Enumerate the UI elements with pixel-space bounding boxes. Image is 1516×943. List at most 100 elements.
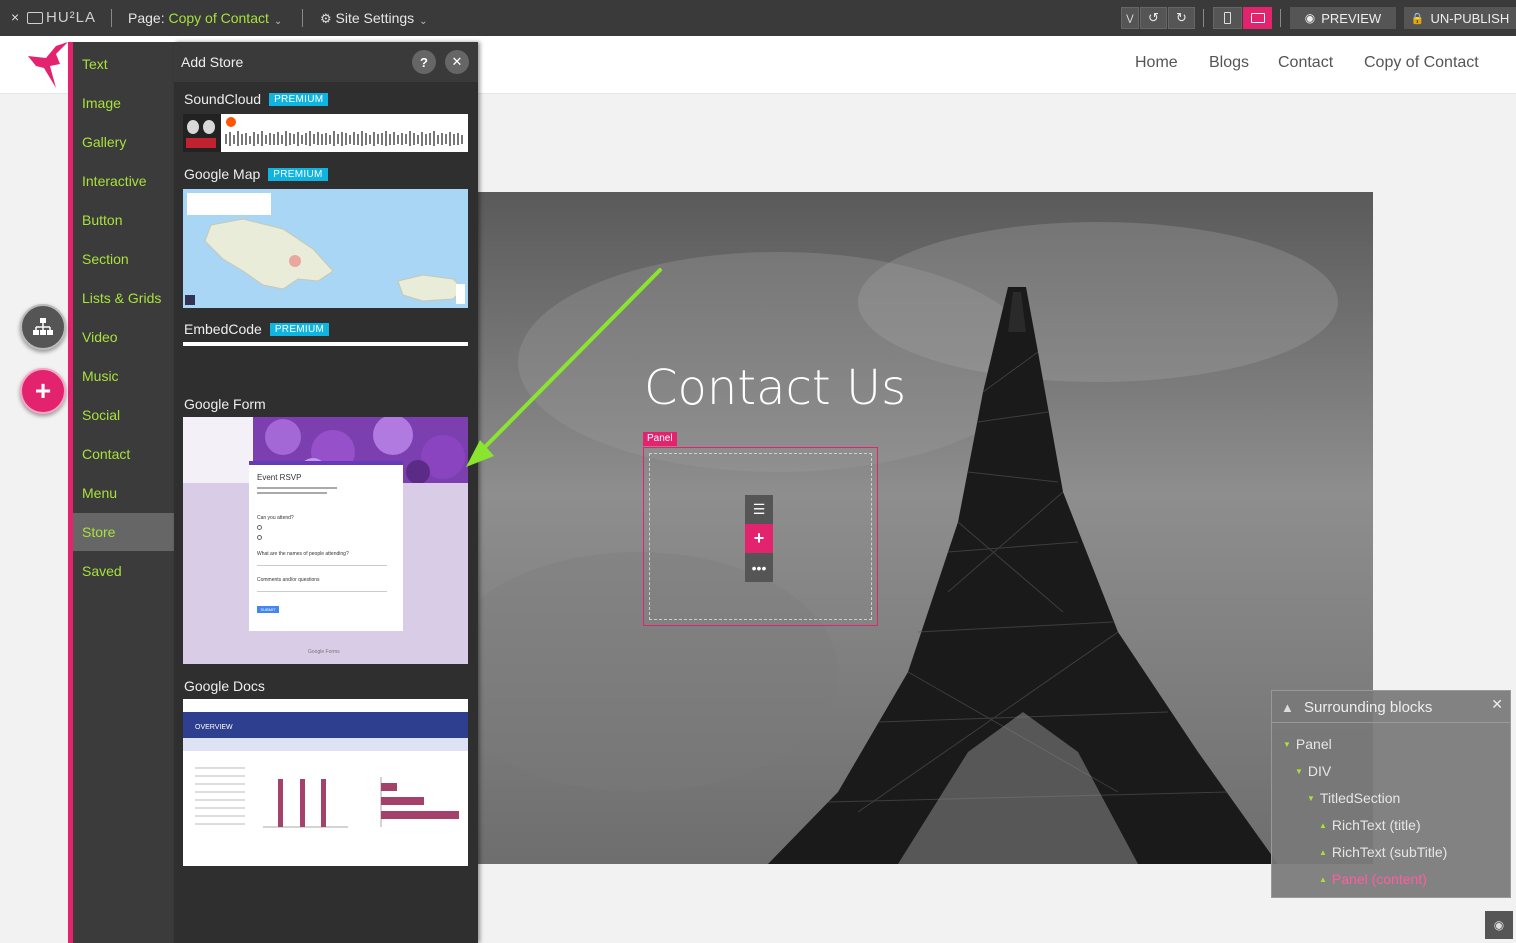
- close-editor-icon[interactable]: ×: [11, 9, 19, 25]
- caret-up-icon: ▲: [1319, 847, 1327, 857]
- panel-add-button[interactable]: +: [745, 524, 773, 553]
- store-panel-header: Add Store ? ✕: [174, 42, 478, 82]
- item-name: Google Docs: [184, 678, 265, 694]
- lock-icon: 🔒: [1410, 12, 1425, 25]
- caret-down-icon: ▼: [1283, 739, 1291, 749]
- page-label: Page:: [128, 10, 169, 26]
- tree-item-panel[interactable]: ▼ Panel: [1283, 736, 1332, 752]
- tree-item-richtext-title[interactable]: ▲ RichText (title): [1319, 817, 1421, 833]
- monitor-icon: [27, 11, 43, 24]
- preview-label: PREVIEW: [1321, 10, 1382, 26]
- caret-up-icon: ▲: [1319, 820, 1327, 830]
- category-interactive[interactable]: Interactive: [73, 162, 174, 200]
- tree-item-label: TitledSection: [1319, 790, 1401, 806]
- category-contact[interactable]: Contact: [73, 435, 174, 473]
- category-section[interactable]: Section: [73, 240, 174, 278]
- hero-title[interactable]: Contact Us: [644, 360, 906, 416]
- map-preview: [183, 189, 468, 308]
- redo-button[interactable]: ↻: [1168, 7, 1195, 29]
- plus-icon: +: [753, 528, 765, 548]
- hero-section: Contact Us Panel ☰ + •••: [478, 192, 1373, 864]
- tree-item-label: Panel (content): [1331, 871, 1427, 887]
- nav-blogs[interactable]: Blogs: [1209, 54, 1249, 72]
- category-menu[interactable]: Menu: [73, 474, 174, 512]
- hummingbird-logo: [26, 40, 70, 90]
- unpublish-button[interactable]: 🔒 UN-PUBLISH: [1404, 7, 1516, 29]
- sitemap-icon: [33, 318, 53, 335]
- page-value: Copy of Contact: [168, 10, 269, 26]
- toolbar-divider: [1280, 9, 1281, 27]
- category-gallery[interactable]: Gallery: [73, 123, 174, 161]
- mobile-view-button[interactable]: [1213, 7, 1242, 29]
- tree-item-titledsection[interactable]: ▼ TitledSection: [1307, 790, 1400, 806]
- panel-more-button[interactable]: •••: [745, 553, 773, 582]
- tree-item-label: Panel: [1295, 736, 1332, 752]
- collapse-toolbar-button[interactable]: ⋁: [1121, 7, 1139, 29]
- tree-item-richtext-subtitle[interactable]: ▲ RichText (subTitle): [1319, 844, 1447, 860]
- double-chevron-down-icon: ⋁: [1126, 12, 1134, 23]
- panel-settings-button[interactable]: ☰: [745, 495, 773, 524]
- category-social[interactable]: Social: [73, 396, 174, 434]
- premium-badge: PREMIUM: [269, 322, 330, 336]
- close-icon[interactable]: ✕: [1491, 696, 1503, 713]
- nav-contact[interactable]: Contact: [1278, 54, 1333, 72]
- tree-item-div[interactable]: ▼ DIV: [1295, 763, 1331, 779]
- close-panel-button[interactable]: ✕: [445, 50, 469, 74]
- page-selector[interactable]: Page: Copy of Contact ⌄: [128, 10, 283, 27]
- tree-icon: ▲: [1281, 700, 1294, 715]
- nav-copy-of-contact[interactable]: Copy of Contact: [1364, 54, 1479, 72]
- surrounding-blocks-header: ▲ Surrounding blocks ✕: [1272, 691, 1510, 723]
- form-question: Comments and/or questions: [257, 577, 320, 583]
- tree-item-panel-content[interactable]: ▲ Panel (content): [1319, 871, 1427, 887]
- tree-item-label: RichText (title): [1331, 817, 1421, 833]
- form-question: What are the names of people attending?: [257, 551, 349, 557]
- add-store-panel: Add Store ? ✕ SoundCloud PREMIUM Google …: [174, 42, 478, 943]
- desktop-icon: [1250, 13, 1265, 23]
- category-text[interactable]: Text: [73, 45, 174, 83]
- store-item-googledocs[interactable]: OVERVIEW: [183, 699, 468, 866]
- sitemap-button[interactable]: [20, 304, 66, 350]
- form-heading: Event RSVP: [257, 473, 302, 482]
- category-saved[interactable]: Saved: [73, 552, 174, 590]
- close-icon: ✕: [451, 54, 463, 69]
- store-items-list: SoundCloud PREMIUM Google Map PREMIUM Em…: [174, 82, 478, 943]
- form-submit-button: SUBMIT: [257, 606, 279, 613]
- store-item-googleform-title: Google Form: [184, 396, 266, 412]
- panel-block[interactable]: ☰ + •••: [643, 447, 878, 626]
- item-name: Google Map: [184, 166, 261, 182]
- preview-button[interactable]: ◉ PREVIEW: [1290, 7, 1396, 29]
- premium-badge: PREMIUM: [268, 167, 328, 181]
- play-icon: [226, 117, 236, 127]
- item-name: Google Form: [184, 396, 266, 412]
- add-block-button[interactable]: +: [20, 368, 66, 414]
- panel-tools: ☰ + •••: [745, 495, 773, 582]
- category-button[interactable]: Button: [73, 201, 174, 239]
- site-settings-menu[interactable]: ⚙ Site Settings ⌄: [320, 10, 428, 27]
- item-name: EmbedCode: [184, 321, 262, 337]
- docs-heading: OVERVIEW: [195, 724, 233, 731]
- store-item-googleform[interactable]: Event RSVP Can you attend? What are the …: [183, 417, 468, 664]
- hula-logo: HU²LA: [27, 9, 96, 26]
- category-music[interactable]: Music: [73, 357, 174, 395]
- store-item-embedcode[interactable]: [183, 342, 468, 346]
- form-question: Can you attend?: [257, 515, 294, 521]
- category-video[interactable]: Video: [73, 318, 174, 356]
- block-category-list: Text Image Gallery Interactive Button Se…: [73, 42, 174, 943]
- surrounding-blocks-title: Surrounding blocks: [1304, 699, 1433, 716]
- category-lists-grids[interactable]: Lists & Grids: [73, 279, 174, 317]
- toggle-visibility-button[interactable]: ◉: [1485, 911, 1513, 939]
- form-footer: Google Forms: [308, 649, 340, 655]
- category-store[interactable]: Store: [73, 513, 174, 551]
- docs-banner: OVERVIEW: [183, 712, 468, 738]
- category-image[interactable]: Image: [73, 84, 174, 122]
- store-item-soundcloud[interactable]: [183, 114, 468, 152]
- store-item-googlemap[interactable]: [183, 189, 468, 308]
- desktop-view-button[interactable]: [1243, 7, 1272, 29]
- nav-home[interactable]: Home: [1135, 54, 1178, 72]
- site-settings-label: Site Settings: [335, 10, 415, 26]
- undo-button[interactable]: ↺: [1140, 7, 1167, 29]
- help-button[interactable]: ?: [412, 50, 436, 74]
- undo-icon: ↺: [1148, 10, 1159, 25]
- chevron-down-icon: ⌄: [419, 16, 428, 27]
- chevron-down-icon: ⌄: [273, 16, 283, 27]
